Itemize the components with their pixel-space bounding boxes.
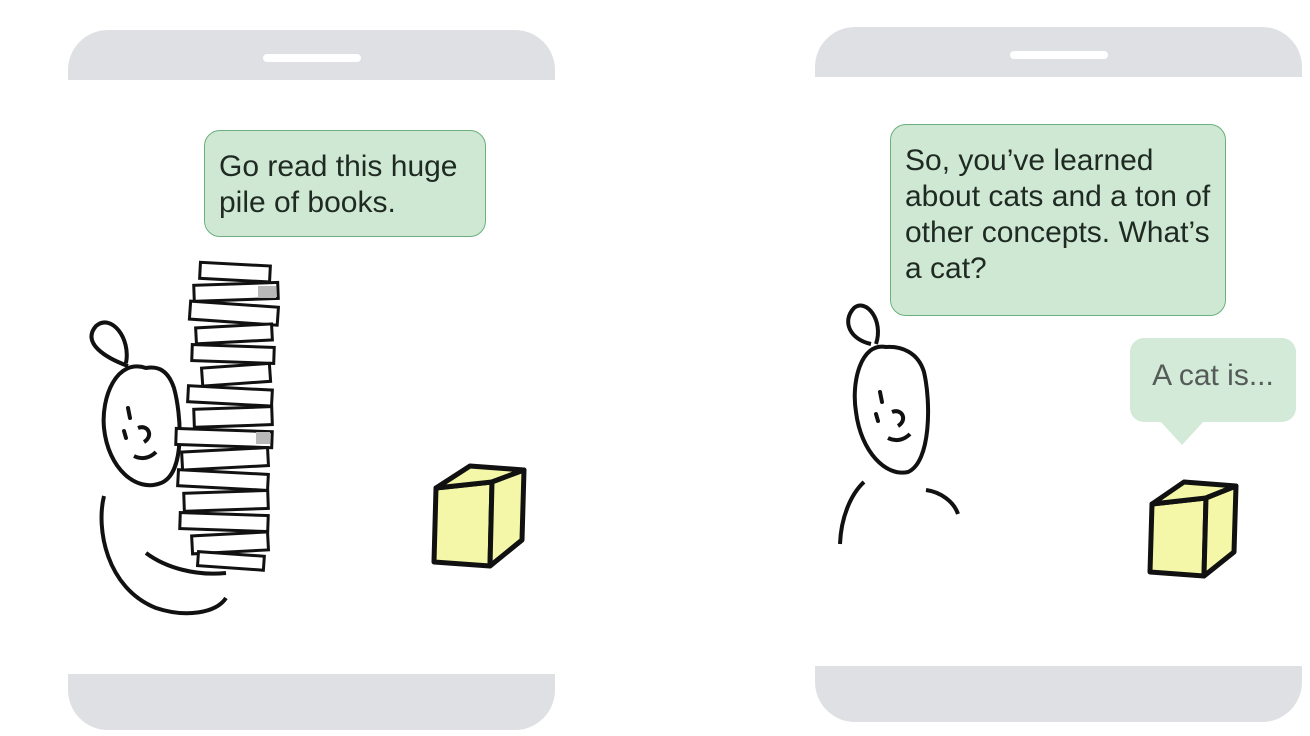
speech-bubble-reply: A cat is... bbox=[1130, 338, 1296, 422]
speech-bubble-question: So, you’ve learned about cats and a ton … bbox=[890, 124, 1226, 316]
phone-bottom-bezel bbox=[68, 674, 555, 730]
phone-speaker bbox=[1009, 51, 1108, 59]
person-icon bbox=[838, 303, 960, 545]
speech-text: So, you’ve learned about cats and a ton … bbox=[905, 144, 1211, 285]
reply-bubble-tail bbox=[1160, 421, 1204, 445]
reply-text: A cat is... bbox=[1152, 359, 1274, 392]
speech-bubble-instruction: Go read this huge pile of books. bbox=[204, 130, 486, 237]
cube-icon bbox=[431, 463, 527, 569]
phone-top-bezel bbox=[68, 30, 555, 80]
speech-text: Go read this huge pile of books. bbox=[219, 150, 458, 219]
phone-bottom-bezel bbox=[815, 666, 1302, 722]
phone-top-bezel bbox=[815, 27, 1302, 77]
phone-speaker bbox=[262, 54, 361, 62]
book-stack-icon bbox=[174, 260, 281, 572]
cube-icon bbox=[1147, 479, 1239, 579]
